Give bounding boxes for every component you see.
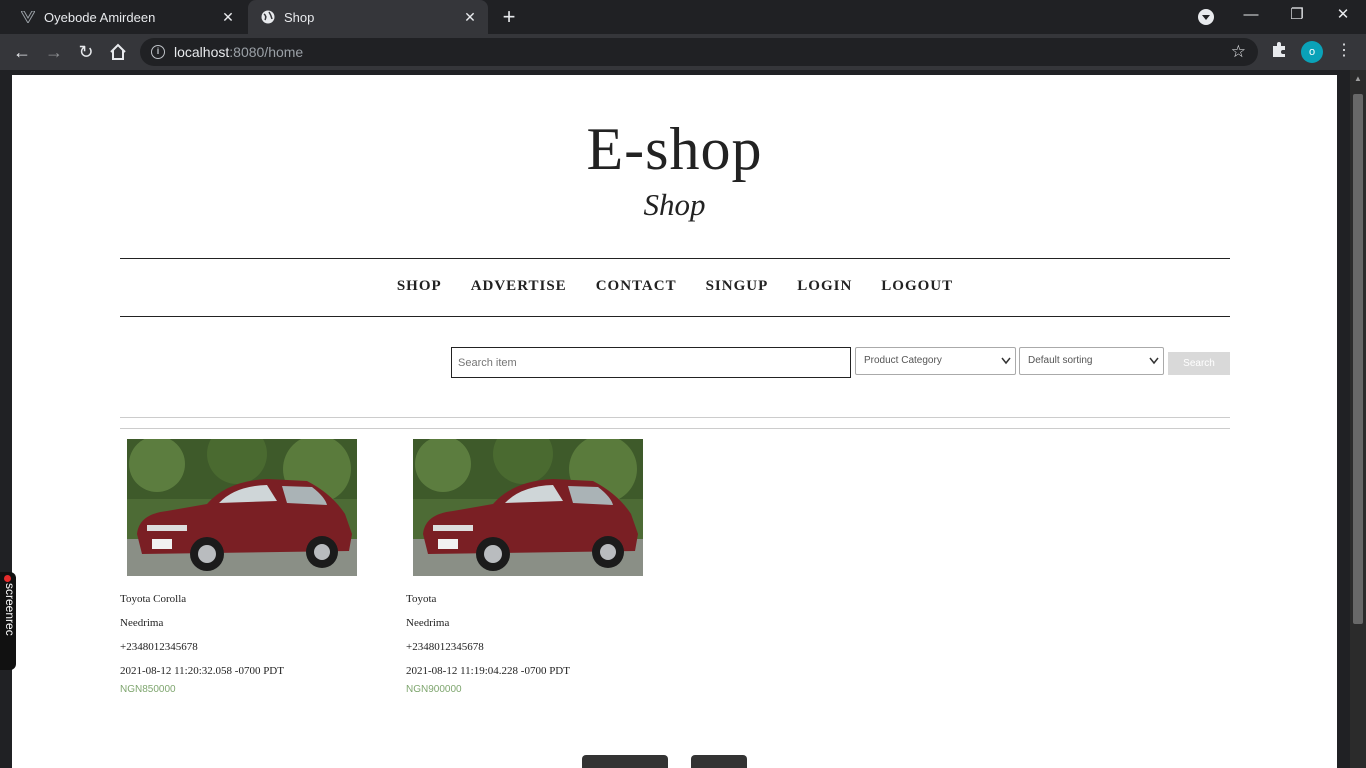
close-window-icon[interactable]: ✕ (1328, 4, 1358, 28)
site-subtitle: Shop (643, 187, 706, 222)
screenrec-label: screenrec (3, 583, 17, 636)
forward-icon[interactable]: → (42, 40, 66, 64)
nav-logout[interactable]: LOGOUT (881, 271, 953, 301)
web-page: E-shop Shop SHOP ADVERTISE CONTACT SINGU… (12, 75, 1337, 768)
product-timestamp: 2021-08-12 11:19:04.228 -0700 PDT (406, 665, 570, 677)
reload-icon[interactable]: ↻ (74, 40, 98, 64)
nav-contact[interactable]: CONTACT (596, 271, 677, 301)
close-tab-icon[interactable]: ✕ (460, 7, 480, 27)
nav-signup[interactable]: SINGUP (706, 271, 769, 301)
close-tab-icon[interactable]: ✕ (218, 7, 238, 27)
tab-title: Oyebode Amirdeen (44, 9, 156, 25)
chevron-down-icon (1149, 348, 1159, 385)
category-select-value: Product Category (864, 355, 942, 366)
scrollbar-thumb[interactable] (1353, 94, 1363, 624)
product-image-car[interactable] (413, 439, 643, 576)
tab-search-icon[interactable] (1198, 9, 1214, 25)
minimize-icon[interactable]: — (1236, 4, 1266, 28)
home-icon[interactable] (106, 40, 130, 64)
vertical-scrollbar[interactable]: ▲ (1350, 70, 1366, 768)
address-bar[interactable]: i localhost :8080/home ☆ (140, 38, 1258, 66)
product-price: NGN850000 (120, 684, 176, 695)
tab-shop[interactable]: Shop ✕ (248, 0, 488, 34)
scroll-up-arrow-icon[interactable]: ▲ (1350, 74, 1366, 84)
url-host: localhost (174, 44, 230, 60)
category-select[interactable]: Product Category (855, 347, 1016, 375)
nav-top-divider (120, 258, 1230, 259)
sort-select[interactable]: Default sorting (1019, 347, 1164, 375)
product-name: Toyota (406, 593, 437, 605)
product-image-car[interactable] (127, 439, 357, 576)
record-dot-icon (4, 575, 11, 582)
new-tab-icon[interactable]: + (498, 6, 520, 29)
product-price: NGN900000 (406, 684, 462, 695)
nav-shop[interactable]: SHOP (397, 271, 442, 301)
tab-title: Shop (284, 9, 315, 25)
nav-advertise[interactable]: ADVERTISE (471, 271, 567, 301)
search-button[interactable]: Search (1168, 352, 1230, 375)
main-nav: SHOP ADVERTISE CONTACT SINGUP LOGIN LOGO… (120, 271, 1230, 301)
divider (120, 417, 1230, 418)
globe-icon (260, 9, 276, 25)
search-input[interactable] (451, 347, 851, 378)
extensions-puzzle-icon[interactable] (1270, 41, 1288, 59)
profile-avatar[interactable]: o (1301, 41, 1323, 63)
browser-tab-strip: Oyebode Amirdeen ✕ Shop ✕ + — ❐ ✕ (0, 0, 1366, 34)
back-icon[interactable]: ← (10, 40, 34, 64)
product-phone: +2348012345678 (120, 641, 198, 653)
divider (120, 428, 1230, 429)
chevron-down-icon (1001, 348, 1011, 385)
vue-logo-icon (20, 9, 36, 25)
product-name: Toyota Corolla (120, 593, 187, 605)
tab-oyebode[interactable]: Oyebode Amirdeen ✕ (8, 0, 246, 34)
more-menu-icon[interactable]: ⋮ (1336, 40, 1352, 62)
bookmark-star-icon[interactable]: ☆ (1231, 42, 1246, 62)
restore-icon[interactable]: ❐ (1282, 4, 1312, 28)
product-timestamp: 2021-08-12 11:20:32.058 -0700 PDT (120, 665, 284, 677)
url-path: :8080/home (229, 44, 304, 60)
product-seller: Needrima (120, 617, 164, 629)
pagination-button[interactable] (691, 755, 747, 768)
page-viewport: E-shop Shop SHOP ADVERTISE CONTACT SINGU… (0, 70, 1366, 768)
product-seller: Needrima (406, 617, 450, 629)
product-phone: +2348012345678 (406, 641, 484, 653)
browser-toolbar: ← → ↻ i localhost :8080/home ☆ (0, 34, 1366, 70)
pagination-button[interactable] (582, 755, 668, 768)
site-info-icon[interactable]: i (151, 45, 165, 59)
sort-select-value: Default sorting (1028, 355, 1093, 366)
site-title: E-shop (586, 116, 763, 182)
screenrec-widget[interactable]: screenrec (0, 572, 17, 670)
nav-login[interactable]: LOGIN (797, 271, 852, 301)
nav-bottom-divider (120, 316, 1230, 317)
